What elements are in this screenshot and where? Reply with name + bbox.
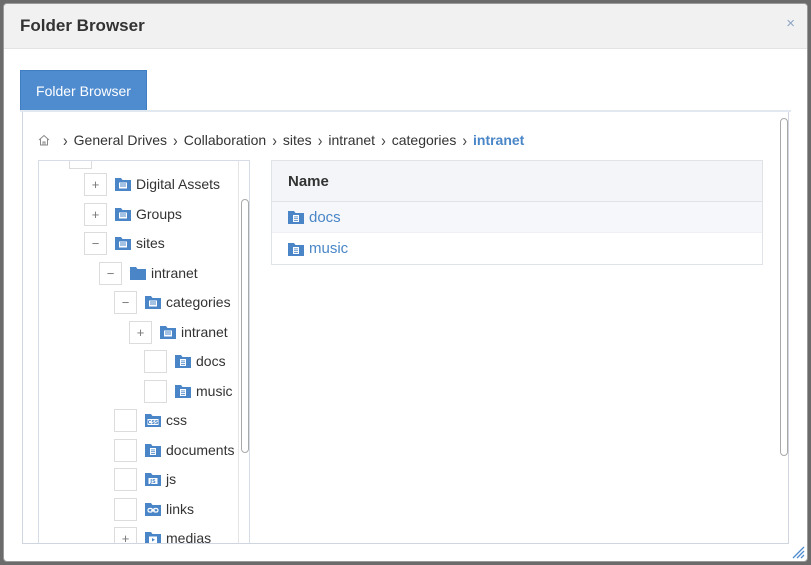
tree-node-label: music <box>196 383 233 399</box>
folder-drive-icon <box>115 178 131 191</box>
tree-node[interactable]: + Digital Assets <box>84 172 220 196</box>
tree-node-label: Groups <box>136 206 182 222</box>
tree-node-label: medias <box>166 530 212 544</box>
breadcrumb-label: Collaboration <box>183 132 267 148</box>
dialog-title: Folder Browser <box>20 16 145 35</box>
breadcrumb-item[interactable]: › General Drives <box>57 130 168 150</box>
breadcrumb-separator: › <box>272 130 277 150</box>
tree-toggle[interactable]: + <box>129 320 152 344</box>
tree-node-label: js <box>166 471 177 487</box>
breadcrumb-label: intranet <box>473 132 525 148</box>
breadcrumb-item[interactable]: › categories <box>375 130 457 150</box>
tree-toggle <box>114 467 137 491</box>
breadcrumb-separator: › <box>462 130 467 150</box>
folder-doc-icon <box>288 211 304 224</box>
main-scrollbar[interactable] <box>779 116 788 543</box>
tree-node-label: documents <box>166 442 235 458</box>
tree-node[interactable]: music <box>144 379 233 403</box>
tab-panel: › General Drives › Collaboration › sites › i… <box>22 112 789 544</box>
folder-link-icon <box>145 503 161 516</box>
folder-doc-icon <box>145 444 161 457</box>
tree-node[interactable]: CSS css <box>114 408 187 432</box>
home-icon[interactable] <box>37 133 51 147</box>
resize-grip-icon[interactable] <box>789 543 805 559</box>
folder-css-icon: CSS <box>145 414 161 427</box>
breadcrumb-label: intranet <box>328 132 376 148</box>
tree-node-label: categories <box>166 294 231 310</box>
breadcrumb-label: sites <box>282 132 312 148</box>
tree-node-label: Digital Assets <box>136 176 221 192</box>
tree-toggle[interactable]: + <box>114 526 137 543</box>
breadcrumb-item[interactable]: › intranet <box>312 130 376 150</box>
tree-node-label: sites <box>136 235 165 251</box>
tree-toggle[interactable]: + <box>84 172 107 196</box>
breadcrumb-label: General Drives <box>73 132 168 148</box>
folder-drive-icon <box>160 326 176 339</box>
tree-toggle <box>114 497 137 521</box>
tree-node-label: links <box>166 501 195 517</box>
tree-node[interactable]: + Groups <box>84 202 182 226</box>
tree-toggle <box>114 408 137 432</box>
tree-toggle[interactable]: − <box>99 261 122 285</box>
tab-folder-browser[interactable]: Folder Browser <box>20 70 147 111</box>
folder-browser-dialog: Folder Browser × Folder Browser › General… <box>3 3 808 562</box>
tree-node[interactable]: − sites <box>84 231 165 255</box>
breadcrumb-separator: › <box>317 130 323 150</box>
folder-doc-icon <box>288 242 304 256</box>
tree-node[interactable]: JS js <box>114 467 176 491</box>
column-header-name[interactable]: Name <box>272 161 762 202</box>
folder-tree: + Digital Assets + Groups − sites − intr… <box>38 160 250 544</box>
folder-drive-icon <box>115 237 131 250</box>
tree-node-label: docs <box>196 353 226 369</box>
tree-toggle[interactable]: + <box>84 202 107 226</box>
tree-toggle <box>144 379 167 403</box>
tree-toggle <box>114 438 137 462</box>
breadcrumb-item-current[interactable]: › intranet <box>456 130 525 150</box>
breadcrumb-separator: › <box>63 130 68 150</box>
breadcrumb-item[interactable]: › sites <box>266 130 312 150</box>
folder-drive-icon <box>145 296 161 309</box>
tree-node-label: css <box>166 412 187 428</box>
folder-doc-icon <box>175 385 191 398</box>
dialog-header: Folder Browser × <box>4 4 807 49</box>
tree-node[interactable]: links <box>114 497 194 521</box>
tree-scrollbar-thumb[interactable] <box>241 199 249 453</box>
tree-node[interactable]: − intranet <box>99 261 198 285</box>
close-button[interactable]: × <box>786 14 795 34</box>
tree-node-label: intranet <box>151 265 198 281</box>
svg-text:CSS: CSS <box>148 420 159 426</box>
table-row[interactable]: music <box>272 233 762 264</box>
tree-toggle[interactable]: − <box>84 231 107 255</box>
tree-toggle[interactable]: − <box>114 290 137 314</box>
breadcrumb-label: categories <box>391 132 457 148</box>
tree-node-label: intranet <box>181 324 228 340</box>
row-label[interactable]: docs <box>309 209 341 226</box>
tree-node[interactable]: + medias <box>114 526 212 544</box>
breadcrumb-separator: › <box>173 130 178 150</box>
breadcrumb: › General Drives › Collaboration › sites › i… <box>37 130 524 150</box>
folder-media-icon <box>145 532 161 543</box>
tree-node[interactable]: − categories <box>114 290 231 314</box>
breadcrumb-item[interactable]: › Collaboration <box>167 130 267 150</box>
folder-doc-icon <box>175 355 191 368</box>
row-label[interactable]: music <box>309 240 348 257</box>
tree-toggle[interactable] <box>69 161 92 169</box>
svg-text:JS: JS <box>149 479 156 485</box>
breadcrumb-separator: › <box>381 130 386 150</box>
tree-node[interactable]: + intranet <box>129 320 228 344</box>
tree-node[interactable]: documents <box>114 438 234 462</box>
folder-drive-icon <box>115 208 131 221</box>
tree-node-partial <box>69 161 100 169</box>
tree-node[interactable]: docs <box>144 349 226 373</box>
folder-list-table: Name docs music <box>271 160 763 265</box>
folder-solid-icon <box>130 267 146 280</box>
tree-scrollbar[interactable] <box>238 161 249 543</box>
folder-js-icon: JS <box>145 473 161 486</box>
table-row[interactable]: docs <box>272 202 762 233</box>
main-scrollbar-thumb[interactable] <box>780 118 788 456</box>
tree-toggle <box>144 349 167 373</box>
